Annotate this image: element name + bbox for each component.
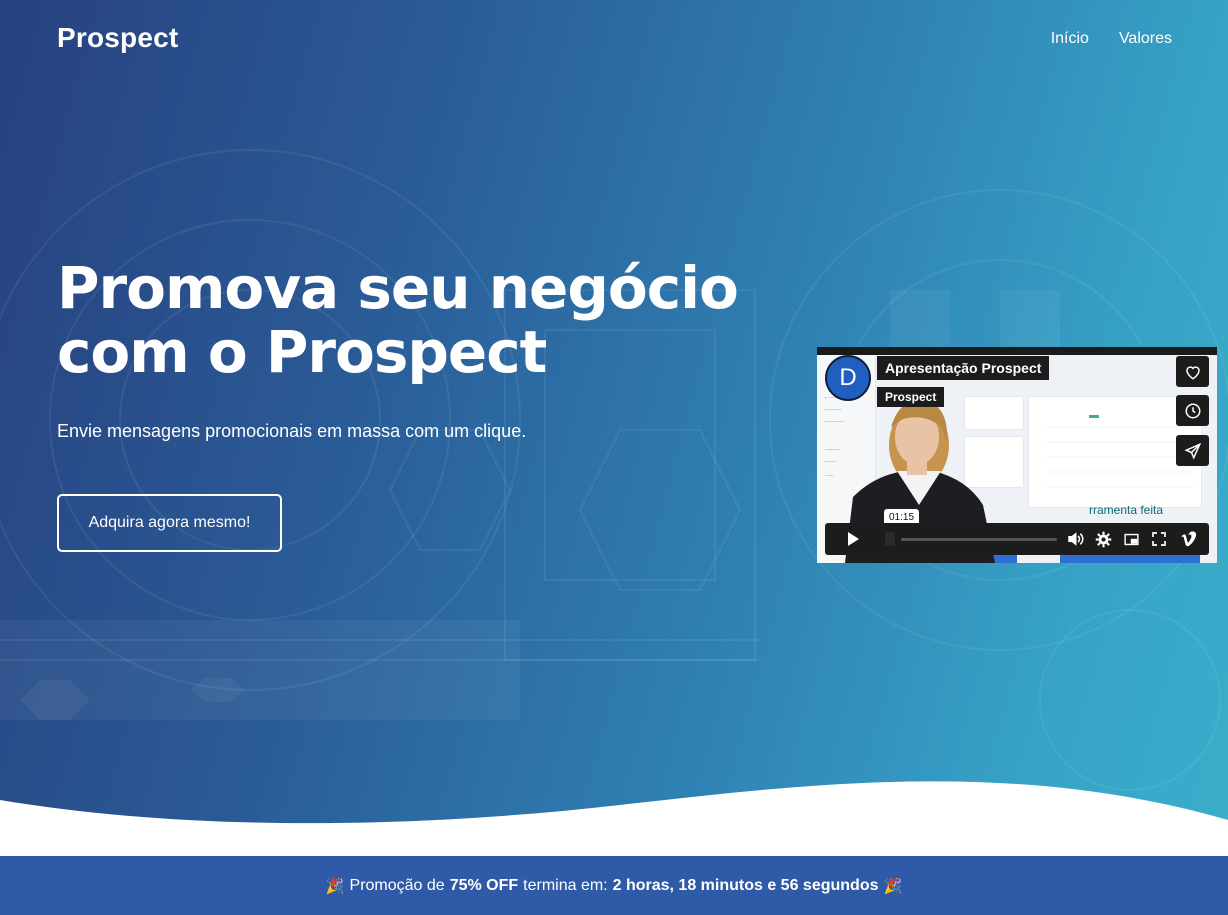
buy-now-button[interactable]: Adquira agora mesmo!: [57, 494, 282, 552]
pip-icon: [1123, 533, 1139, 545]
progress-played: [883, 523, 897, 555]
main-nav: Início Valores: [1051, 30, 1172, 48]
settings-button[interactable]: [1091, 523, 1115, 555]
vimeo-logo-icon: [1181, 531, 1197, 547]
hero-section: Prospect Início Valores Promova seu negó…: [0, 0, 1228, 860]
wave-divider: [0, 781, 1228, 860]
settings-icon: [1095, 531, 1111, 547]
party-popper-icon: 🎉: [883, 877, 903, 895]
channel-avatar[interactable]: D: [825, 355, 871, 401]
promo-countdown: 2 horas, 18 minutos e 56 segundos: [612, 876, 879, 894]
play-button[interactable]: [839, 523, 867, 555]
vimeo-link[interactable]: [1175, 523, 1203, 555]
promo-middle: termina em:: [523, 876, 608, 894]
video-channel-name[interactable]: Prospect: [877, 387, 945, 407]
fullscreen-button[interactable]: [1147, 523, 1171, 555]
send-icon: [1183, 442, 1201, 460]
watch-later-button[interactable]: [1176, 395, 1209, 426]
video-controls-bar: [825, 523, 1209, 555]
promo-countdown-bar: 🎉 Promoção de 75% OFF termina em: 2 hora…: [0, 856, 1228, 915]
hero-headline: Promova seu negócio com o Prospect: [57, 254, 739, 386]
volume-icon: [1068, 532, 1084, 546]
progress-timeline[interactable]: [901, 538, 1057, 541]
hero-subtitle: Envie mensagens promocionais em massa co…: [57, 421, 527, 441]
volume-button[interactable]: [1063, 523, 1087, 555]
fullscreen-icon: [1152, 532, 1166, 546]
video-player[interactable]: ▪ ──── ▪ ───── ▪ ────── ───── ▪ ─── ───: [817, 347, 1217, 563]
share-button[interactable]: [1176, 435, 1209, 466]
promo-prefix: Promoção de: [349, 876, 445, 894]
video-title[interactable]: Apresentação Prospect: [877, 356, 1050, 380]
pip-button[interactable]: [1119, 523, 1143, 555]
video-window-bar: [817, 347, 1217, 355]
video-overlay-text: rramenta feita: [1089, 503, 1164, 517]
promo-discount: 75% OFF: [449, 876, 519, 894]
like-button[interactable]: [1176, 356, 1209, 387]
brand-logo[interactable]: Prospect: [57, 22, 178, 54]
play-icon: [848, 532, 859, 546]
clock-icon: [1185, 403, 1200, 418]
nav-item-valores[interactable]: Valores: [1119, 30, 1172, 48]
heart-icon: [1185, 365, 1200, 380]
party-popper-icon: 🎉: [325, 877, 345, 895]
nav-item-inicio[interactable]: Início: [1051, 30, 1089, 48]
